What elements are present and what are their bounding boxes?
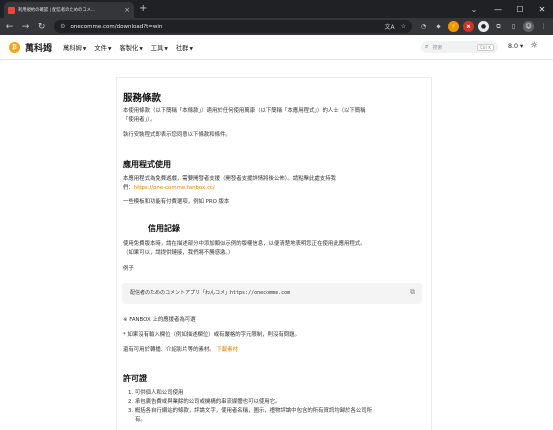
extension-icon-5[interactable]: ● [477, 21, 489, 32]
chevron-down-icon: ▼ [107, 46, 112, 52]
list-item: 有。 [135, 417, 146, 423]
menu-tools[interactable]: 工具▼ [151, 43, 168, 52]
list-item: 1. 可供個人和公司使用 [128, 390, 184, 396]
example-code-block: 配信者のためのコメントアプリ「わんコメ」https://onecomme.com… [122, 283, 422, 304]
extension-icon-4[interactable]: ✖ [462, 21, 474, 32]
new-tab-button[interactable]: + [139, 3, 147, 15]
menu-brand[interactable]: 萬科姆▼ [63, 43, 86, 52]
extension-icon-1[interactable]: ◔ [418, 21, 429, 32]
materials-note: 還有可用於轉播、介紹影片等的素材。 下載素材 [123, 347, 238, 353]
intro-line-2: 「使用者」）。 [123, 117, 156, 123]
intro-line-1: 本使用條款（以下簡稱「本條款」）適用於任何使用萬康（以下簡稱「本應用程式」）的人… [123, 108, 366, 114]
license-list: 1. 可供個人和公司使用 2. 承包廣告費或與業餘的公司或機構的串流媒體也可以使… [128, 389, 372, 425]
support-link[interactable]: https://one-comme.fanbox.cc/ [134, 185, 215, 191]
profile-avatar[interactable]: ☺ [522, 21, 534, 32]
fanbox-note: ※ FANBOX 上的應援者為可選 [123, 317, 196, 323]
app-usage-text: 本應用程式為免費遊戲，需要開發者支援（開發者支援詳情將後公佈）。請點擊此處支持我 [123, 176, 336, 182]
back-button[interactable]: ← [3, 20, 16, 34]
extension-icon-2[interactable]: ⬥ [433, 21, 444, 32]
site-header: ₿ 萬科姆 萬科姆▼ 文件▼ 客製化▼ 工具▼ 社群▼ ⌕ 搜索 Ctrl K … [0, 35, 553, 60]
list-item: 2. 承包廣告費或與業餘的公司或機構的串流媒體也可以使用它。 [128, 399, 281, 405]
example-label: 例子 [123, 266, 134, 272]
chevron-down-icon: ▼ [164, 46, 168, 52]
tab-title: 利用規約の確認 | 配信者のためのコメ... [18, 8, 96, 13]
site-logo-icon[interactable]: ₿ [9, 41, 20, 53]
menu-docs[interactable]: 文件▼ [94, 43, 111, 52]
credit-text-1: 使用免費版本時，請在描述部分中添加類似示例的版權信息，以便清楚地表明您正在使用此… [123, 241, 366, 247]
extension-icon-3[interactable]: ⚡ [447, 21, 459, 32]
search-placeholder: 搜索 [432, 44, 443, 51]
sidepanel-icon[interactable]: ▯ [508, 21, 519, 32]
browser-tab[interactable]: 利用規約の確認 | 配信者のためのコメ... × [4, 2, 134, 18]
list-item: 3. 概括各自行網站的條款，評論文字，使用者名稱，圖示，禮物評論中包含的所有資訊… [128, 408, 373, 414]
site-search-input[interactable]: ⌕ 搜索 Ctrl K [421, 41, 498, 53]
browser-toolbar: ← → ↻ ⚙ onecomme.com/download?t=win 文A ☆… [0, 18, 553, 35]
extensions-area: ◔ ⬥ ⚡ ✖ ● ⧉ ▯ ☺ ⋮ [418, 21, 553, 32]
copy-icon[interactable]: ⧉ [410, 288, 415, 297]
page-title: 服務條款 [123, 93, 162, 104]
site-info-icon[interactable]: ⚙ [60, 23, 65, 30]
extensions-puzzle-icon[interactable]: ⧉ [493, 21, 504, 32]
maximize-button[interactable]: ☐ [509, 0, 531, 18]
menu-dots-icon[interactable]: ⋮ [538, 21, 549, 32]
forward-button[interactable]: → [19, 20, 32, 34]
download-materials-link[interactable]: 下載素材 [216, 347, 238, 353]
app-usage-heading: 應用程式使用 [123, 160, 171, 169]
support-line: 們：https://one-comme.fanbox.cc/ [123, 185, 215, 191]
chevron-down-icon: ▼ [82, 46, 87, 52]
credit-text-2: （如果可以，請提供鏈接，我們將不勝感激。） [123, 250, 234, 256]
intro-line-3: 執行安裝程式即表示您同意以下條款和條件。 [123, 132, 231, 138]
menu-support[interactable]: 客製化▼ [119, 43, 142, 52]
credit-heading: 信用記錄 [148, 224, 180, 233]
tab-favicon-icon [8, 6, 15, 14]
chevron-down-icon: ▼ [139, 46, 143, 52]
tab-search-icon[interactable]: ⌄ [467, 2, 481, 16]
window-controls: — ☐ ✕ [487, 0, 553, 18]
site-menu: 萬科姆▼ 文件▼ 客製化▼ 工具▼ 社群▼ [63, 43, 201, 52]
terms-content: 服務條款 本使用條款（以下簡稱「本條款」）適用於任何使用萬康（以下簡稱「本應用程… [116, 77, 432, 430]
theme-toggle-icon[interactable]: ☼ [530, 41, 538, 52]
minimize-button[interactable]: — [487, 0, 509, 18]
close-window-button[interactable]: ✕ [531, 0, 553, 18]
bookmark-star-icon[interactable]: ☆ [401, 23, 406, 30]
url-text[interactable]: onecomme.com/download?t=win [71, 24, 379, 30]
site-brand[interactable]: 萬科姆 [25, 41, 52, 54]
chevron-down-icon: ▼ [189, 46, 193, 52]
web-page: ₿ 萬科姆 萬科姆▼ 文件▼ 客製化▼ 工具▼ 社群▼ ⌕ 搜索 Ctrl K … [0, 35, 553, 430]
translate-icon[interactable]: 文A [384, 22, 394, 31]
field-note: * 如果沒有輸入欄位（例如描述欄位）或有嚴格的字元限制，則沒有問題。 [123, 332, 300, 338]
menu-community[interactable]: 社群▼ [176, 43, 193, 52]
example-code[interactable]: 配信者のためのコメントアプリ「わんコメ」https://onecomme.com [130, 289, 290, 296]
reload-button[interactable]: ↻ [35, 20, 48, 34]
version-select[interactable]: 8.0 ▾ [508, 43, 523, 50]
search-shortcut: Ctrl K [476, 43, 494, 51]
browser-tab-strip: 利用規約の確認 | 配信者のためのコメ... × + ⌄ — ☐ ✕ [0, 0, 553, 18]
search-icon: ⌕ [425, 43, 429, 50]
pro-note: 一些模板和功能有付費選項，例如 PRO 版本 [123, 199, 230, 205]
address-bar[interactable]: ⚙ onecomme.com/download?t=win 文A ☆ [54, 20, 412, 33]
tab-close-icon[interactable]: × [124, 6, 130, 14]
license-heading: 許可證 [123, 374, 147, 383]
